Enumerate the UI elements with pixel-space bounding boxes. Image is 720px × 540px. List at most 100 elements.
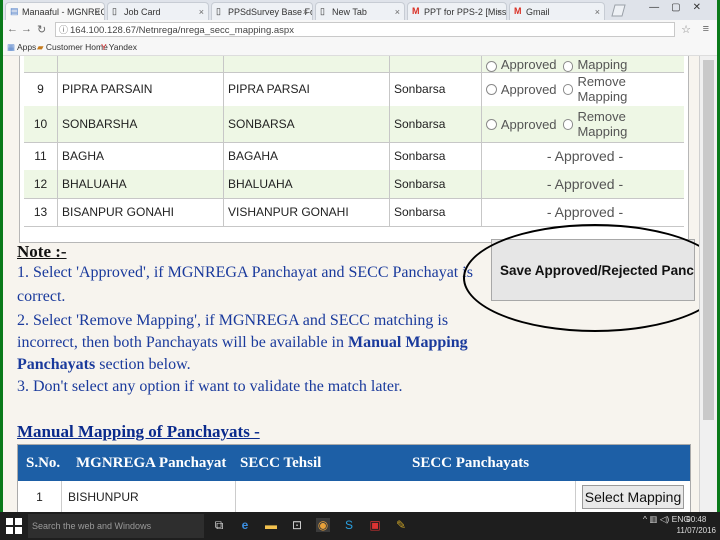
- tab-job-card[interactable]: ▯ Job Card ×: [107, 2, 209, 20]
- clock[interactable]: 00:48 11/07/2016: [677, 514, 716, 536]
- taskbar: Search the web and Windows ⧉ e ▬ ⊡ ◉ S ▣…: [0, 512, 720, 540]
- bookmark-label: Yandex: [108, 42, 137, 52]
- bookmark-label: Apps: [16, 42, 37, 52]
- header-secc-panchayats: SECC Panchayats: [412, 455, 530, 471]
- select-mapping-button[interactable]: Select Mapping: [582, 485, 684, 509]
- cell-mgnrega: BISHUNPUR: [62, 481, 236, 512]
- tab-label: PPSdSurvey Base Form: [228, 7, 312, 17]
- yandex-icon: Y: [101, 42, 107, 52]
- cell-status: Approved Remove Mapping: [482, 72, 684, 106]
- cell-tehsil: Sonbarsa: [390, 72, 482, 106]
- close-icon[interactable]: ×: [497, 3, 502, 20]
- reload-icon[interactable]: ↻: [37, 23, 46, 36]
- remove-mapping-radio[interactable]: [562, 83, 574, 95]
- tab-new-tab[interactable]: ▯ New Tab ×: [315, 2, 405, 20]
- bookmark-icon: ▰: [37, 42, 44, 52]
- pdf-icon[interactable]: ▣: [368, 518, 382, 532]
- bookmark-label: Customer Home: [45, 42, 108, 52]
- bookmark-yandex[interactable]: Y Yandex: [101, 40, 137, 55]
- cell-no: 13: [24, 198, 58, 226]
- note-line-4: incorrect, then both Panchayats will be …: [17, 334, 468, 352]
- network-icon[interactable]: ▥: [649, 514, 657, 524]
- tab-gmail[interactable]: M Gmail ×: [509, 2, 605, 20]
- table-row: 1 BISHUNPUR Select Mapping: [18, 481, 690, 512]
- table-row: 12 BHALUAHA BHALUAHA Sonbarsa - Approved -: [24, 170, 684, 199]
- remove-mapping-label[interactable]: Remove Mapping: [577, 74, 678, 104]
- cell-secc-panchayat: VISHANPUR GONAHI: [224, 198, 390, 226]
- skype-icon[interactable]: S: [342, 518, 356, 532]
- table-row: Approved Remove Mapping: [24, 56, 684, 73]
- clock-time: 00:48: [686, 515, 707, 524]
- back-icon[interactable]: ←: [7, 23, 18, 35]
- cell-secc-panchayat: SONBARSA: [224, 106, 390, 142]
- remove-mapping-label[interactable]: Remove Mapping: [577, 56, 678, 72]
- cell-status: Approved Remove Mapping: [482, 56, 684, 72]
- table-row: 13 BISANPUR GONAHI VISHANPUR GONAHI Sonbars…: [24, 198, 684, 227]
- page-icon: ▯: [112, 6, 117, 16]
- cell-status: - Approved -: [482, 170, 684, 198]
- close-icon[interactable]: ×: [95, 3, 100, 20]
- note-line-6: 3. Don't select any option if want to va…: [17, 378, 403, 395]
- file-explorer-icon[interactable]: ▬: [264, 518, 278, 532]
- bookmark-apps[interactable]: ▦ Apps: [7, 40, 36, 55]
- tray-up-icon[interactable]: ^: [643, 514, 647, 524]
- cell-tehsil: Sonbarsa: [390, 106, 482, 142]
- cell-tehsil: [390, 56, 482, 72]
- taskbar-search[interactable]: Search the web and Windows: [28, 514, 204, 538]
- approved-status: - Approved -: [546, 176, 624, 192]
- close-icon[interactable]: ×: [199, 3, 204, 20]
- tab-label: Gmail: [526, 7, 550, 17]
- scroll-thumb[interactable]: [703, 60, 714, 420]
- edge-icon[interactable]: e: [238, 518, 252, 532]
- close-icon[interactable]: ×: [595, 3, 600, 20]
- approved-label[interactable]: Approved: [501, 82, 557, 97]
- scrollbar[interactable]: [699, 56, 717, 512]
- paint-icon[interactable]: ✎: [394, 518, 408, 532]
- cell-mgnrega-panchayat: BISANPUR GONAHI: [58, 198, 224, 226]
- table-row: 9 PIPRA PARSAIN PIPRA PARSAI Sonbarsa Approv…: [24, 72, 684, 107]
- close-icon[interactable]: ×: [303, 3, 308, 20]
- manual-mapping-title: Manual Mapping of Panchayats -: [17, 422, 260, 441]
- gmail-icon: M: [412, 6, 420, 16]
- window-controls[interactable]: —▢✕: [649, 2, 713, 13]
- task-view-icon[interactable]: ⧉: [212, 518, 226, 532]
- gmail-icon: M: [514, 6, 522, 16]
- cell-status: Approved Remove Mapping: [482, 106, 684, 142]
- cell-secc-panchayat: [224, 56, 390, 72]
- approved-radio[interactable]: [486, 83, 497, 95]
- bookmark-customer-home[interactable]: ▰ Customer Home: [37, 40, 108, 55]
- store-icon[interactable]: ⊡: [290, 518, 304, 532]
- table-row: 11 BAGHA BAGAHA Sonbarsa - Approved -: [24, 142, 684, 171]
- volume-icon[interactable]: ◁): [660, 514, 669, 524]
- tab-mgnrega[interactable]: ▤ Manaaful - MGNREGA - ×: [5, 2, 105, 20]
- close-icon[interactable]: ×: [395, 3, 400, 20]
- approved-label[interactable]: Approved: [501, 57, 557, 72]
- windows-start-icon[interactable]: [6, 518, 22, 534]
- tab-ppt-mail[interactable]: M PPT for PPS-2 [Mission A ×: [407, 2, 507, 20]
- note-bold: Panchayats: [17, 356, 96, 373]
- cell-secc: [236, 481, 576, 512]
- tab-survey-form[interactable]: ▯ PPSdSurvey Base Form ×: [211, 2, 313, 20]
- forward-icon[interactable]: →: [21, 23, 32, 35]
- approved-radio[interactable]: [486, 118, 497, 130]
- remove-mapping-radio[interactable]: [562, 61, 574, 72]
- new-tab-button[interactable]: [609, 4, 629, 18]
- approved-label[interactable]: Approved: [501, 117, 557, 132]
- cell-no: [24, 56, 58, 72]
- remove-mapping-label[interactable]: Remove Mapping: [577, 109, 678, 139]
- browser-window: ▤ Manaaful - MGNREGA - × ▯ Job Card × ▯ …: [3, 0, 717, 512]
- menu-icon[interactable]: ≡: [703, 23, 709, 35]
- cell-no: 9: [24, 72, 58, 106]
- cell-secc-panchayat: BAGAHA: [224, 142, 390, 170]
- cell-mgnrega-panchayat: [58, 56, 224, 72]
- save-approved-rejected-button[interactable]: Save Approved/Rejected Panchayats: [491, 239, 695, 301]
- approved-radio[interactable]: [486, 61, 497, 72]
- cell-tehsil: Sonbarsa: [390, 142, 482, 170]
- cell-mgnrega-panchayat: BHALUAHA: [58, 170, 224, 198]
- chrome-icon[interactable]: ◉: [316, 518, 330, 532]
- url-field[interactable]: ⓘ 164.100.128.67/Netnrega/nrega_secc_map…: [55, 22, 675, 37]
- note-text: section below.: [95, 356, 191, 373]
- remove-mapping-radio[interactable]: [562, 118, 574, 130]
- star-icon[interactable]: ☆: [681, 23, 691, 36]
- header-secc-tehsil: SECC Tehsil: [240, 455, 322, 471]
